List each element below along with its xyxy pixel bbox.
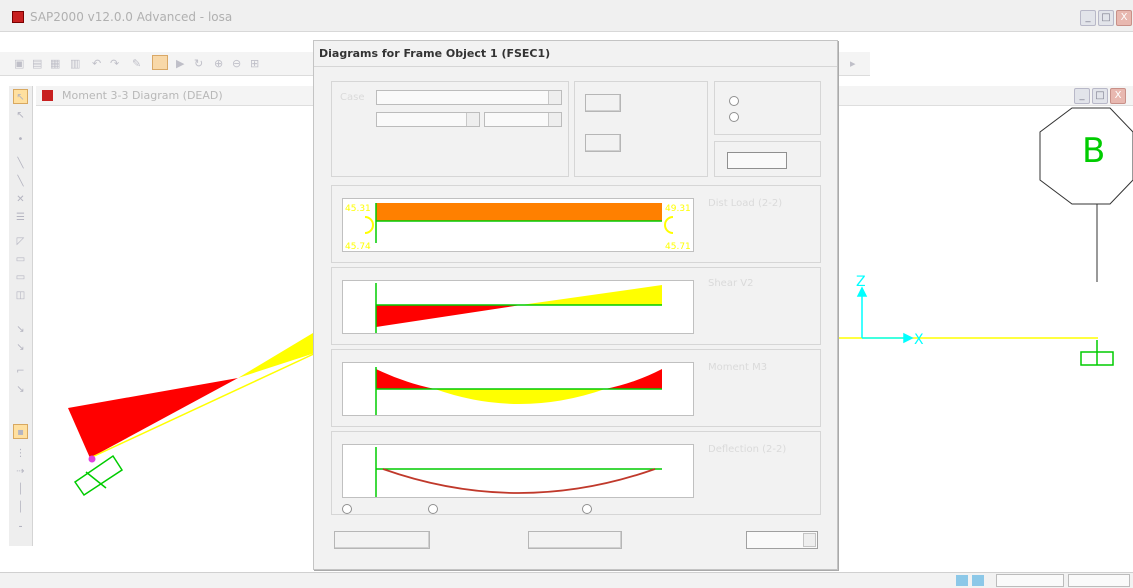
moment-panel-label: Moment M3	[708, 362, 768, 373]
deflection-panel-label: Deflection (2-2)	[708, 444, 787, 455]
chevron-down-icon	[548, 113, 561, 126]
right-top-value: 49.31	[665, 204, 691, 214]
deflected-shape	[382, 468, 656, 494]
frame-diagrams-dialog: Diagrams for Frame Object 1 (FSEC1) Case…	[313, 40, 838, 570]
previous-view-icon[interactable]	[956, 575, 968, 586]
left-bottom-value: 45.74	[345, 242, 371, 252]
shear-negative-region	[376, 305, 521, 327]
axis-z-label: Z	[856, 274, 866, 290]
next-view-icon[interactable]	[972, 575, 984, 586]
deflection-diagram-group: Deflection (2-2)	[331, 431, 821, 515]
items-dropdown[interactable]	[484, 112, 562, 127]
chevron-down-icon	[548, 91, 561, 104]
deflection-diagram-pane	[342, 444, 694, 498]
deflection-option-3-radio[interactable]	[582, 504, 592, 514]
scaling-button[interactable]	[585, 94, 621, 112]
scale-value-group	[714, 141, 821, 177]
pin-support-left	[73, 454, 124, 497]
left-top-value: 45.31	[345, 204, 371, 214]
chevron-down-icon	[466, 113, 479, 126]
load-diagram-pane: 45.31 45.74 49.31 45.71	[342, 198, 694, 252]
case-label: Case	[340, 92, 365, 103]
global-axes	[856, 286, 914, 344]
end-moment-right-icon	[664, 216, 674, 234]
dialog-title: Diagrams for Frame Object 1 (FSEC1)	[314, 41, 837, 67]
shear-diagram-group: Shear V2	[331, 267, 821, 345]
display-options-group	[574, 81, 708, 177]
units-dropdown[interactable]	[1068, 574, 1130, 587]
joint-marker[interactable]	[88, 455, 96, 463]
distributed-load-bar	[376, 203, 662, 221]
shear-panel-label: Shear V2	[708, 278, 754, 289]
moment-positive	[435, 389, 605, 404]
load-panel-label: Dist Load (2-2)	[708, 198, 783, 209]
chevron-down-icon	[803, 533, 816, 547]
pin-support-right	[1080, 340, 1114, 366]
file-button[interactable]	[528, 531, 622, 549]
status-bar	[0, 572, 1133, 588]
scale-value-input[interactable]	[727, 152, 787, 169]
deflection-option-1-radio[interactable]	[342, 504, 352, 514]
moment-diagram-pane	[342, 362, 694, 416]
moment-left-negative	[376, 369, 435, 389]
axis-x-label: X	[914, 332, 924, 348]
scale-fixed-radio[interactable]	[729, 112, 739, 122]
scaling-mode-group	[714, 81, 821, 135]
moment-diagram-group: Moment M3	[331, 349, 821, 427]
units-select[interactable]	[746, 531, 818, 549]
right-bottom-value: 45.71	[665, 242, 691, 252]
shear-diagram-pane	[342, 280, 694, 334]
end-moment-left-icon	[364, 216, 374, 234]
case-group: Case	[331, 81, 569, 177]
coordinate-system-dropdown[interactable]	[996, 574, 1064, 587]
shear-positive-region	[521, 285, 662, 305]
done-button[interactable]	[334, 531, 430, 549]
moment-negative-region	[68, 378, 238, 458]
deflection-option-2-radio[interactable]	[428, 504, 438, 514]
location-button[interactable]	[585, 134, 621, 152]
component-dropdown[interactable]	[376, 112, 480, 127]
moment-right-negative	[605, 369, 662, 389]
load-diagram-group: Dist Load (2-2) 45.31 45.74 49.31 45.71	[331, 185, 821, 263]
grid-label: B	[1082, 131, 1105, 171]
scale-auto-radio[interactable]	[729, 96, 739, 106]
case-dropdown[interactable]	[376, 90, 562, 105]
